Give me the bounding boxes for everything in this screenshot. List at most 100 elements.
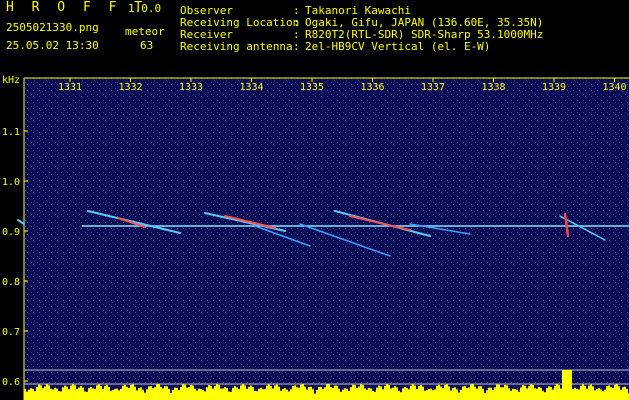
level-bar (112, 389, 114, 400)
level-bar (528, 386, 530, 400)
level-bar (240, 385, 242, 400)
level-bar (306, 389, 308, 400)
level-bar (510, 390, 512, 400)
level-bar (106, 385, 108, 400)
level-bar (54, 387, 56, 400)
level-bar (160, 386, 162, 400)
level-bar (258, 388, 260, 400)
level-bar (388, 385, 390, 400)
level-bar (156, 384, 158, 400)
level-bar (574, 387, 576, 400)
level-bar (246, 388, 248, 400)
level-bar (606, 386, 608, 400)
antenna-sep: : (293, 40, 300, 53)
level-bar (588, 385, 590, 400)
level-bar (604, 389, 606, 400)
level-bar (208, 385, 210, 400)
level-bar (90, 386, 92, 400)
level-bar (200, 389, 202, 400)
level-bar (182, 384, 184, 400)
level-bar (116, 388, 118, 400)
level-bar (476, 388, 478, 400)
level-bar (186, 387, 188, 400)
level-bar (514, 388, 516, 400)
x-tick-label: 1333 (179, 82, 203, 93)
level-bar (444, 385, 446, 400)
level-bar (28, 389, 30, 400)
level-bar (210, 385, 212, 400)
level-bar (406, 388, 408, 400)
app-title: H R O F F T (6, 0, 148, 15)
level-bar (310, 386, 312, 400)
level-bar (366, 389, 368, 400)
level-bar (436, 385, 438, 400)
level-bar (288, 391, 290, 400)
level-bar (384, 385, 386, 400)
x-tick-label: 1334 (239, 82, 263, 93)
level-bar (392, 387, 394, 400)
header-panel: H R O F F T 1.0.0 2505021330.png 25.05.0… (0, 0, 629, 56)
level-bar (286, 389, 288, 400)
level-bar (110, 391, 112, 400)
level-bar (328, 384, 330, 400)
level-bar (184, 384, 186, 400)
level-bar (346, 388, 348, 400)
level-bar (478, 386, 480, 400)
level-bar (410, 385, 412, 400)
y-tick-label: 0.7 (2, 327, 20, 338)
file-name: 2505021330.png (6, 21, 99, 34)
level-bar (96, 385, 98, 400)
level-bar (252, 387, 254, 400)
y-tick-label: 0.9 (2, 227, 20, 238)
antenna-value: 2el-HB9CV Vertical (el. E-W) (305, 40, 491, 53)
level-bar (482, 388, 484, 400)
level-bar (562, 370, 564, 400)
level-bar (314, 393, 316, 400)
level-bar (274, 385, 276, 400)
level-bar (538, 387, 540, 400)
level-bar (30, 388, 32, 400)
waterfall-area (24, 78, 629, 400)
app-version: 1.0.0 (128, 2, 162, 15)
level-bar (582, 384, 584, 400)
level-bar (266, 385, 268, 400)
level-bar (214, 386, 216, 400)
level-bar (430, 388, 432, 400)
level-bar (546, 388, 548, 400)
level-bar (550, 387, 552, 400)
level-bar (368, 387, 370, 400)
level-bar (450, 390, 452, 400)
x-tick-label: 1332 (118, 82, 142, 93)
level-bar (72, 384, 74, 400)
y-tick-label: 1.1 (2, 127, 20, 138)
level-bar (278, 386, 280, 400)
level-bar (424, 390, 426, 400)
level-bar (242, 384, 244, 400)
level-bar (228, 391, 230, 400)
y-tick-label: 0.8 (2, 277, 20, 288)
level-bar (620, 389, 622, 400)
level-bar (440, 386, 442, 400)
level-bar (358, 386, 360, 400)
level-bar (264, 389, 266, 400)
level-bar (176, 387, 178, 400)
level-bar (414, 385, 416, 400)
level-bar (348, 391, 350, 400)
level-bar (334, 385, 336, 400)
level-bar (230, 391, 232, 400)
level-bar (420, 385, 422, 400)
level-bar (418, 386, 420, 400)
level-bar (280, 390, 282, 400)
level-bar (296, 387, 298, 400)
level-bar (152, 388, 154, 400)
level-bar (226, 387, 228, 400)
meteor-label: meteor (125, 25, 165, 38)
level-bar (318, 387, 320, 400)
level-bar (172, 390, 174, 400)
level-bar (300, 384, 302, 400)
level-bar (144, 392, 146, 400)
level-bar (270, 386, 272, 400)
level-bar (256, 391, 258, 400)
level-bar (60, 391, 62, 400)
level-bar (536, 388, 538, 400)
